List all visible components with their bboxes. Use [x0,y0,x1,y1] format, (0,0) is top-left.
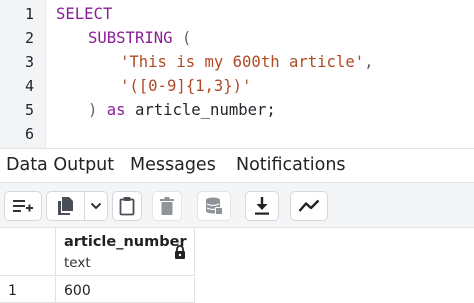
sql-string: '([0-9]{1,3})' [120,77,252,95]
sql-punctuation: , [364,53,374,71]
sql-keyword: as [106,101,126,119]
line-number: 4 [24,77,34,95]
sql-identifier: article_number; [134,101,276,119]
table-cell[interactable]: 600 [55,277,195,303]
row-number[interactable]: 1 [0,277,55,303]
sql-string: 'This is my 600th article' [120,53,365,71]
line-number: 5 [24,101,34,119]
sql-editor[interactable]: 1 2 3 4 5 6 SELECT SUBSTRING ( 'This is … [0,0,474,148]
copy-button[interactable] [47,196,84,216]
line-number: 1 [24,5,34,23]
copy-button-group [46,191,108,221]
data-toolbar [0,182,474,228]
save-data-button[interactable] [197,191,231,221]
code-line-3: 'This is my 600th article', [120,53,374,71]
download-icon [255,197,269,215]
result-grid: article_number text 1 600 [0,228,474,303]
paste-icon [119,197,135,216]
code-line-5: ) as article_number; [88,101,276,119]
sql-punctuation: ) [88,101,98,119]
result-tabs: Data Output Messages Notifications [0,148,474,182]
save-data-icon [206,197,223,215]
delete-button[interactable] [152,191,182,221]
row-number-header [0,228,55,276]
graph-visualiser-icon [298,199,320,212]
add-row-icon [13,200,33,212]
code-line-4: '([0-9]{1,3})' [120,77,251,95]
tab-notifications[interactable]: Notifications [236,155,346,175]
paste-button[interactable] [112,191,142,221]
column-type: text [64,255,91,271]
code-line-2: SUBSTRING ( [88,29,191,47]
line-number: 3 [24,53,34,71]
copy-icon [58,197,74,215]
download-button[interactable] [245,191,279,221]
add-row-button[interactable] [4,191,42,221]
dropdown-chevron-icon [90,202,102,210]
graph-visualiser-button[interactable] [290,191,328,221]
lock-icon [175,245,185,259]
line-number: 2 [24,29,34,47]
code-line-1: SELECT [56,5,112,23]
line-number-gutter: 1 2 3 4 5 6 [0,0,46,148]
column-name: article_number [64,234,187,250]
delete-icon [160,197,174,215]
sql-punctuation: ( [172,29,192,47]
tab-data-output[interactable]: Data Output [6,155,114,175]
sql-function: SUBSTRING [88,29,173,47]
copy-options-dropdown[interactable] [85,202,107,210]
column-header[interactable]: article_number text [55,228,195,276]
tab-messages[interactable]: Messages [130,155,216,175]
line-number: 6 [24,125,34,143]
sql-keyword: SELECT [56,5,113,23]
